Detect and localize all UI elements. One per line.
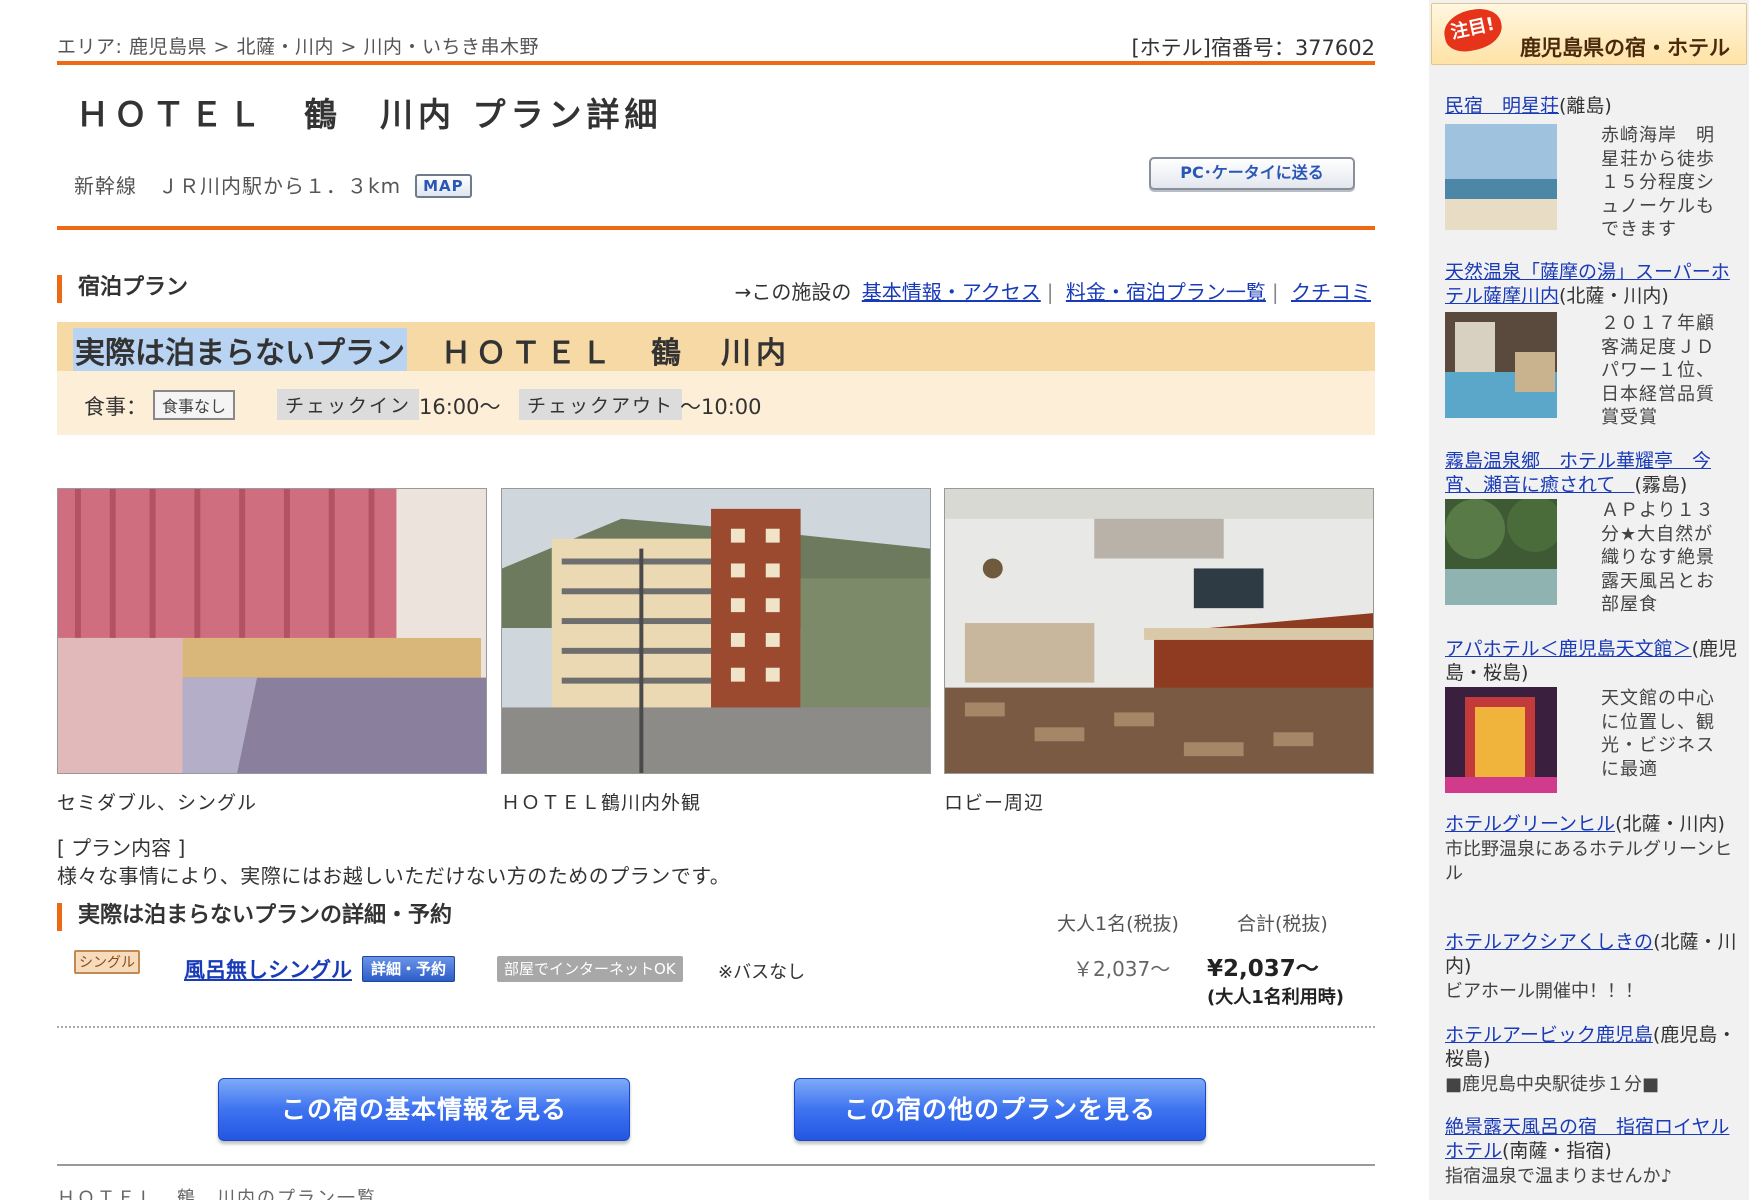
view-other-plans-button[interactable]: この宿の他のプランを見る [794, 1078, 1206, 1141]
sidebar-hotel-item: 霧島温泉郷 ホテル華耀亭 今宵、瀬音に癒されて (霧島) ＡＰより１３分★大自然… [1445, 449, 1745, 615]
photo-caption: ＨＯＴＥＬ鶴川内外観 [501, 792, 702, 814]
checkout-time: 〜10:00 [680, 395, 762, 419]
sidebar-hotel-item: ホテルアービック鹿児島(鹿児島・桜島) ■鹿児島中央駅徒歩１分■ [1445, 1023, 1745, 1097]
row-divider [57, 1026, 1375, 1028]
sidebar-hotel-link[interactable]: ホテルグリーンヒル [1445, 813, 1615, 835]
sidebar-hotel-thumbnail[interactable] [1445, 687, 1557, 793]
column-header-total-price: 合計(税抜) [1237, 913, 1328, 935]
breadcrumb: エリア: 鹿児島県 > 北薩・川内 > 川内・いちき串木野 [57, 32, 539, 59]
total-price: ¥2,037〜 [1207, 956, 1319, 982]
send-to-pc-mobile-button[interactable]: PC･ケータイに送る [1149, 157, 1355, 190]
plan-content-text: 様々な事情により、実際にはお越しいただけない方のためのプランです。 [57, 864, 731, 888]
breadcrumb-separator: > [333, 36, 364, 58]
sidebar-hotel-item: 天然温泉「薩摩の湯」スーパーホテル薩摩川内(北薩・川内) ２０１７年顧客満足度Ｊ… [1445, 260, 1745, 428]
plan-title-band: 実際は泊まらないプラン ＨＯＴＥＬ 鶴 川内 [57, 322, 1375, 372]
sidebar-hotel-item: ホテルグリーンヒル(北薩・川内) 市比野温泉にあるホテルグリーンヒル [1445, 812, 1745, 886]
access-info: 新幹線 ＪＲ川内駅から１．３km MAP [74, 170, 472, 199]
checkin-label: チェックイン [277, 389, 420, 420]
sidebar-hotel-link[interactable]: 民宿 明星荘 [1445, 95, 1559, 117]
sidebar-hotel-desc: ビアホール開催中！！！ [1445, 981, 1643, 1002]
detail-reserve-button[interactable]: 詳細・予約 [362, 956, 456, 982]
plan-list-title: ＨＯＴＥＬ 鶴 川内のプラン一覧 [57, 1188, 377, 1200]
photo-caption: ロビー周辺 [944, 792, 1045, 814]
yado-number: [ホテル]宿番号：377602 [1131, 36, 1375, 60]
sidebar-hotel-link[interactable]: ホテルアービック鹿児島 [1445, 1024, 1653, 1046]
access-text: 新幹線 ＪＲ川内駅から１．３km [74, 174, 402, 198]
plan-name: 実際は泊まらないプラン [73, 328, 407, 372]
sidebar-hotel-item: ホテルアクシアくしきの(北薩・川内) ビアホール開催中！！！ [1445, 930, 1745, 1004]
sidebar-hotel-desc: 赤崎海岸 明星荘から徒歩１５分程度シュノーケルもできます [1601, 125, 1715, 240]
sidebar-hotel-thumbnail[interactable] [1445, 312, 1557, 418]
footer-divider [57, 1164, 1375, 1166]
plan-detail-heading: 実際は泊まらないプランの詳細・予約 [57, 903, 452, 931]
plan-section-heading: 宿泊プラン [57, 275, 188, 303]
room-type-badge: シングル [74, 950, 140, 974]
sidebar-hotel-item: 絶景露天風呂の宿 指宿ロイヤルホテル(南薩・指宿) 指宿温泉で温まりませんか♪ [1445, 1115, 1745, 1189]
map-button[interactable]: MAP [415, 174, 472, 198]
photo-caption: セミダブル、シングル [57, 792, 258, 814]
plan-hotel-name: ＨＯＴＥＬ 鶴 川内 [441, 336, 791, 371]
link-plan-list[interactable]: 料金・宿泊プラン一覧 [1066, 280, 1266, 304]
plan-content-label: [ プラン内容 ] [57, 836, 186, 860]
breadcrumb-item-area[interactable]: 川内・いちき串木野 [363, 36, 539, 58]
breadcrumb-row: エリア: 鹿児島県 > 北薩・川内 > 川内・いちき串木野 [ホテル]宿番号：3… [57, 32, 1375, 60]
sidebar: 注目! 鹿児島県の宿・ホテル 民宿 明星荘(離島) 赤崎海岸 明星荘から徒歩１５… [1429, 0, 1749, 1200]
sidebar-hotel-desc: 市比野温泉にあるホテルグリーンヒル [1445, 839, 1733, 884]
lobby-photo [944, 488, 1374, 774]
link-reviews[interactable]: クチコミ [1291, 280, 1371, 304]
view-basic-info-button[interactable]: この宿の基本情報を見る [218, 1078, 630, 1141]
sidebar-hotel-desc: 指宿温泉で温まりませんか♪ [1445, 1166, 1672, 1187]
sidebar-banner: 注目! 鹿児島県の宿・ホテル [1431, 3, 1747, 65]
facility-links: →この施設の 基本情報・アクセス | 料金・宿泊プラン一覧 | クチコミ [735, 276, 1375, 305]
meal-badge: 食事なし [153, 390, 236, 420]
featured-badge: 注目! [1440, 4, 1506, 56]
link-basic-info[interactable]: 基本情報・アクセス [862, 280, 1041, 304]
sidebar-title: 鹿児島県の宿・ホテル [1520, 36, 1730, 60]
sidebar-hotel-desc: ＡＰより１３分★大自然が織りなす絶景露天風呂とお部屋食 [1601, 500, 1715, 615]
plan-meta-band: 食事： 食事なし チェックイン 16:00〜 チェックアウト 〜10:00 [57, 371, 1375, 435]
adult-price: ￥2,037〜 [1073, 957, 1171, 981]
sidebar-hotel-desc: ■鹿児島中央駅徒歩１分■ [1445, 1074, 1660, 1095]
sidebar-hotel-area: (北薩・川内) [1559, 285, 1669, 307]
link-separator: | [1271, 280, 1279, 304]
page-title: ＨＯＴＥＬ 鶴 川内 プラン詳細 [76, 95, 663, 134]
checkin-time: 16:00〜 [419, 395, 501, 419]
meal-label: 食事： [84, 395, 147, 419]
breadcrumb-prefix: エリア: [57, 36, 123, 58]
sidebar-hotel-link[interactable]: ホテルアクシアくしきの [1445, 931, 1653, 953]
facility-links-prefix: →この施設の [734, 280, 852, 304]
sidebar-hotel-thumbnail[interactable] [1445, 499, 1557, 605]
sidebar-hotel-link[interactable]: アパホテル＜鹿児島天文館＞ [1445, 638, 1692, 660]
link-separator: | [1046, 280, 1054, 304]
title-divider [57, 226, 1375, 230]
sidebar-hotel-desc: 天文館の中心に位置し、観光・ビジネスに最適 [1601, 688, 1715, 780]
breadcrumb-separator: > [206, 36, 237, 58]
exterior-photo [501, 488, 931, 774]
room-name-link[interactable]: 風呂無しシングル [184, 954, 352, 984]
sidebar-hotel-area: (離島) [1559, 95, 1612, 117]
sidebar-hotel-area: (南薩・指宿) [1502, 1140, 1612, 1162]
sidebar-hotel-desc: ２０１７年顧客満足度ＪＤパワー１位、日本経営品質賞受賞 [1601, 313, 1715, 428]
column-header-adult-price: 大人1名(税抜) [1057, 913, 1179, 935]
room-row: シングル 風呂無しシングル 詳細・予約 部屋でインターネットOK ※バスなし ￥… [57, 948, 1375, 1018]
sidebar-hotel-item: アパホテル＜鹿児島天文館＞(鹿児島・桜島) 天文館の中心に位置し、観光・ビジネス… [1445, 637, 1745, 793]
internet-ok-badge: 部屋でインターネットOK [497, 956, 683, 982]
room-photo [57, 488, 487, 774]
breadcrumb-item-region[interactable]: 北薩・川内 [236, 36, 334, 58]
total-price-note: (大人1名利用時) [1207, 987, 1344, 1008]
sidebar-hotel-item: 民宿 明星荘(離島) 赤崎海岸 明星荘から徒歩１５分程度シュノーケルもできます [1445, 94, 1745, 240]
room-note: ※バスなし [718, 962, 806, 983]
sidebar-hotel-area: (霧島) [1634, 474, 1688, 496]
checkout-label: チェックアウト [519, 389, 683, 420]
sidebar-hotel-thumbnail[interactable] [1445, 124, 1557, 230]
main-content: エリア: 鹿児島県 > 北薩・川内 > 川内・いちき串木野 [ホテル]宿番号：3… [57, 0, 1375, 1200]
header-divider [57, 61, 1375, 65]
breadcrumb-item-prefecture[interactable]: 鹿児島県 [129, 36, 207, 58]
sidebar-hotel-area: (北薩・川内) [1615, 813, 1725, 835]
